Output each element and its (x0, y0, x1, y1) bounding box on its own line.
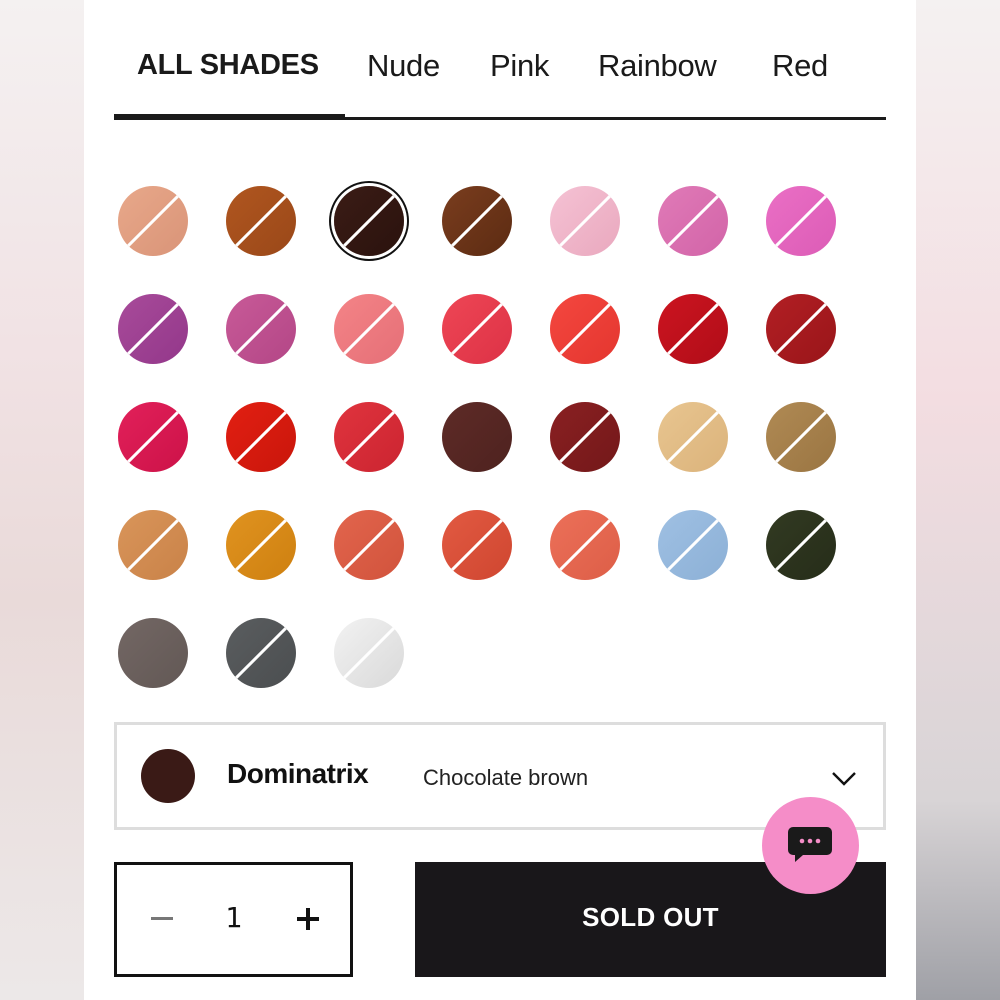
shade-swatch[interactable] (118, 294, 188, 364)
selected-shade-dropdown[interactable]: Dominatrix Chocolate brown (114, 722, 886, 830)
unavailable-slash (660, 512, 726, 578)
unavailable-slash (768, 404, 834, 470)
shade-swatch[interactable] (550, 510, 620, 580)
shade-filter-tabs: ALL SHADES Nude Pink Rainbow Red (114, 36, 886, 120)
shade-swatch[interactable] (550, 402, 620, 472)
shade-swatch[interactable] (118, 186, 188, 256)
tab-red[interactable]: Red (772, 48, 828, 84)
active-tab-indicator (114, 114, 345, 120)
background-left-edge (0, 0, 84, 1000)
unavailable-slash (120, 404, 186, 470)
shade-swatch[interactable] (226, 510, 296, 580)
unavailable-slash (552, 296, 618, 362)
chevron-down-icon[interactable] (831, 765, 857, 791)
unavailable-slash (552, 512, 618, 578)
shade-swatch[interactable] (118, 402, 188, 472)
shade-swatch[interactable] (766, 294, 836, 364)
unavailable-slash (228, 512, 294, 578)
chat-bubble-icon (788, 827, 832, 862)
unavailable-slash (660, 404, 726, 470)
quantity-stepper: 1 (114, 862, 353, 977)
shade-swatch[interactable] (766, 186, 836, 256)
unavailable-slash (336, 188, 402, 254)
background-right-edge (916, 0, 1000, 1000)
shade-swatch[interactable] (766, 402, 836, 472)
unavailable-slash (444, 296, 510, 362)
unavailable-slash (120, 296, 186, 362)
shade-swatch[interactable] (442, 294, 512, 364)
tab-rainbow[interactable]: Rainbow (598, 48, 717, 84)
shade-swatch[interactable] (658, 510, 728, 580)
tab-pink[interactable]: Pink (490, 48, 549, 84)
unavailable-slash (660, 188, 726, 254)
shade-swatch[interactable] (658, 402, 728, 472)
unavailable-slash (444, 512, 510, 578)
shade-swatch[interactable] (766, 510, 836, 580)
shade-swatch[interactable] (334, 510, 404, 580)
unavailable-slash (228, 620, 294, 686)
shade-swatch[interactable] (442, 402, 512, 472)
shade-swatch[interactable] (550, 294, 620, 364)
shade-swatch[interactable] (118, 510, 188, 580)
shade-swatch[interactable] (334, 618, 404, 688)
shade-swatch[interactable] (118, 618, 188, 688)
unavailable-slash (336, 620, 402, 686)
chat-button[interactable] (762, 797, 859, 894)
unavailable-slash (660, 296, 726, 362)
unavailable-slash (336, 512, 402, 578)
unavailable-slash (120, 188, 186, 254)
shade-swatch[interactable] (334, 186, 404, 256)
shade-swatch[interactable] (226, 618, 296, 688)
unavailable-slash (552, 188, 618, 254)
shade-swatch[interactable] (442, 510, 512, 580)
sold-out-label: SOLD OUT (582, 902, 719, 932)
tab-nude[interactable]: Nude (367, 48, 440, 84)
shade-swatch[interactable] (442, 186, 512, 256)
unavailable-slash (768, 512, 834, 578)
unavailable-slash (228, 188, 294, 254)
shade-swatch[interactable] (658, 294, 728, 364)
selected-shade-swatch (141, 749, 195, 803)
unavailable-slash (228, 404, 294, 470)
unavailable-slash (768, 188, 834, 254)
plus-icon[interactable] (297, 908, 319, 930)
shade-swatch[interactable] (550, 186, 620, 256)
unavailable-slash (336, 296, 402, 362)
tab-all-shades[interactable]: ALL SHADES (137, 49, 319, 82)
selected-shade-name: Dominatrix (227, 758, 369, 789)
selected-shade-description: Chocolate brown (423, 765, 589, 790)
unavailable-slash (228, 296, 294, 362)
shade-swatch[interactable] (226, 402, 296, 472)
shade-swatch[interactable] (226, 186, 296, 256)
unavailable-slash (336, 404, 402, 470)
unavailable-slash (552, 404, 618, 470)
shade-swatch[interactable] (226, 294, 296, 364)
shade-swatch[interactable] (658, 186, 728, 256)
shade-swatch[interactable] (334, 402, 404, 472)
unavailable-slash (120, 512, 186, 578)
unavailable-slash (444, 188, 510, 254)
shade-swatch[interactable] (334, 294, 404, 364)
unavailable-slash (768, 296, 834, 362)
